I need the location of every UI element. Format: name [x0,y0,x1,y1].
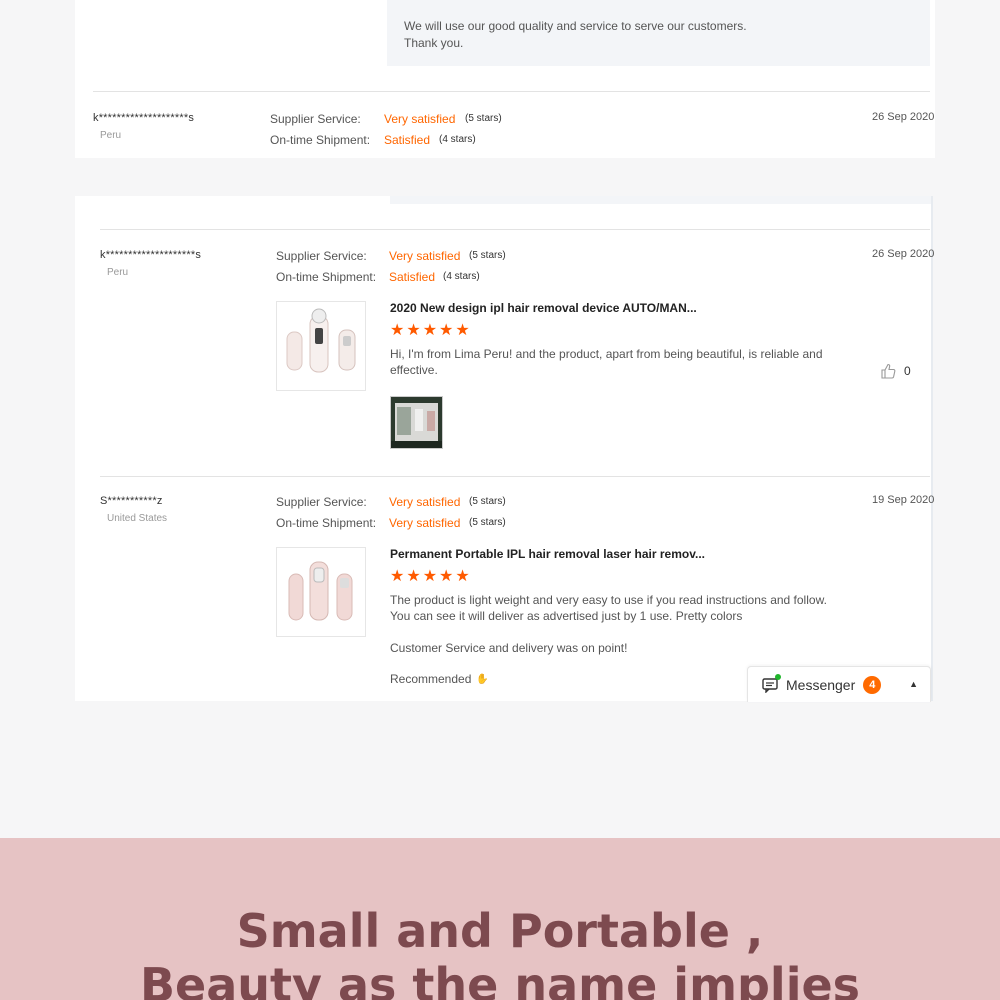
shipment-value: Satisfied [389,270,436,284]
review-text-extra: Customer Service and delivery was on poi… [390,641,628,655]
supplier-service-label: Supplier Service: [276,249,367,263]
review-photo-image [391,397,442,448]
product-image [288,561,353,621]
review-card-main: k********************s Peru Supplier Ser… [75,196,935,701]
like-count: 0 [904,364,911,378]
banner-headline: Small and Portable , [236,904,764,958]
product-thumbnail[interactable] [276,547,366,637]
reviewer-name: k********************s [100,249,202,261]
rating-stars: ★ ★ ★ ★ ★ [390,323,470,339]
star-icon: ★ [390,568,405,585]
card-border [931,196,933,701]
rating-stars: ★ ★ ★ ★ ★ [390,569,470,585]
divider [100,476,930,477]
star-icon: ★ [422,568,438,585]
shipment-value: Very satisfied [389,516,461,530]
reviewer-country: Peru [107,267,129,278]
review-card-top: We will use our good quality and service… [75,0,935,158]
reviewer-country: United States [107,513,168,524]
supplier-service-stars: (5 stars) [469,250,506,261]
product-title[interactable]: 2020 New design ipl hair removal device … [390,301,697,315]
review-date: 26 Sep 2020 [872,111,935,123]
reviewer-name: k********************s [93,112,195,124]
star-icon: ★ [406,322,421,339]
banner-subheadline: Beauty as the name implies [139,958,861,1000]
star-icon: ★ [422,322,438,339]
supplier-service-value: Very satisfied [384,112,456,126]
product-title[interactable]: Permanent Portable IPL hair removal lase… [390,547,705,561]
review-text: The product is light weight and very eas… [390,593,827,623]
seller-reply-line: Thank you. [404,36,464,50]
reply-strip [390,196,931,204]
divider [100,229,930,230]
star-icon: ★ [439,568,454,585]
divider [93,91,930,92]
seller-reply-line: We will use our good quality and service… [404,19,747,33]
shipment-label: On-time Shipment: [276,270,377,284]
shipment-stars: (5 stars) [469,517,506,528]
messenger-widget[interactable]: Messenger 4 ▲ [747,666,931,702]
star-icon: ★ [455,568,470,585]
reviewer-country: Peru [100,130,122,141]
recommended-tag: Recommended ✋ [390,672,489,686]
review-photo[interactable] [390,396,443,449]
thumbs-up-icon: ✋ [476,673,489,685]
shipment-label: On-time Shipment: [276,516,377,530]
supplier-service-label: Supplier Service: [270,112,361,126]
shipment-value: Satisfied [384,133,431,147]
shipment-label: On-time Shipment: [270,133,371,147]
product-thumbnail[interactable] [276,301,366,391]
supplier-service-label: Supplier Service: [276,495,367,509]
star-icon: ★ [439,322,454,339]
promo-banner: Small and Portable , Beauty as the name … [0,838,1000,1000]
caret-up-icon[interactable]: ▲ [909,679,918,689]
shipment-stars: (4 stars) [443,271,480,282]
supplier-service-stars: (5 stars) [465,113,502,124]
seller-reply: We will use our good quality and service… [387,0,930,66]
messenger-label: Messenger [786,676,856,693]
unread-badge: 4 [863,675,882,694]
supplier-service-stars: (5 stars) [469,496,506,507]
supplier-service-value: Very satisfied [389,495,461,509]
recommended-label: Recommended [390,672,472,686]
supplier-service-value: Very satisfied [389,249,461,263]
star-icon: ★ [455,322,470,339]
star-icon: ★ [390,322,405,339]
reviewer-name: S***********z [100,495,163,507]
chat-icon [762,673,781,694]
star-icon: ★ [406,568,421,585]
review-text: Hi, I'm from Lima Peru! and the product,… [390,347,823,377]
online-dot [775,673,781,680]
thumbs-up-icon [881,363,896,379]
product-image [286,308,356,373]
shipment-stars: (4 stars) [439,134,476,145]
review-date: 26 Sep 2020 [872,248,935,260]
review-date: 19 Sep 2020 [872,494,935,506]
like-button[interactable]: 0 [880,363,911,379]
